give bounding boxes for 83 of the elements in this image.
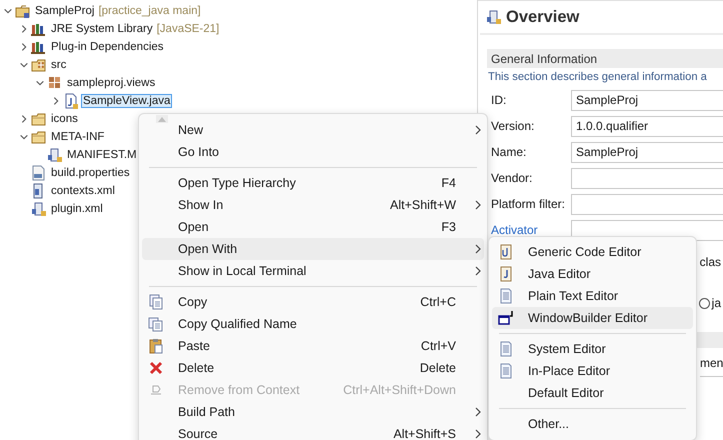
tree-item[interactable]: contexts.xml <box>49 184 117 198</box>
menu-item[interactable]: System Editor <box>492 338 693 360</box>
tree-item[interactable]: JRE System Library <box>49 22 155 36</box>
chevron-icon[interactable] <box>19 24 29 34</box>
library-icon <box>31 39 47 55</box>
menu-item[interactable]: Open Type Hierarchy F4 <box>142 172 484 194</box>
input-field[interactable] <box>571 168 723 188</box>
menu-item[interactable]: WindowBuilder Editor <box>492 307 693 329</box>
chevron-icon[interactable] <box>19 60 29 70</box>
java-file-icon <box>63 93 79 109</box>
menu-item[interactable]: Copy Ctrl+C <box>142 291 484 313</box>
window-icon <box>498 310 514 326</box>
field-label: Vendor: <box>490 171 534 185</box>
library-icon <box>31 21 47 37</box>
chevron-icon[interactable] <box>3 6 13 16</box>
input-field[interactable]: 1.0.0.qualifier <box>571 116 723 136</box>
code-file-icon <box>498 244 514 260</box>
menu-item[interactable]: Delete Delete <box>142 357 484 379</box>
chevron-icon[interactable] <box>51 96 61 106</box>
chevron-icon[interactable] <box>35 78 45 88</box>
menu-item[interactable]: Generic Code Editor <box>492 241 693 263</box>
plugin-file-icon <box>31 201 47 217</box>
menu-item[interactable]: Source Alt+Shift+S <box>142 423 484 440</box>
delete-icon <box>148 360 164 376</box>
field-label: Version: <box>490 119 536 133</box>
menu-item[interactable]: Open With <box>142 238 484 260</box>
menu-item[interactable]: Paste Ctrl+V <box>142 335 484 357</box>
menu-item[interactable]: Plain Text Editor <box>492 285 693 307</box>
chevron-icon[interactable] <box>19 42 29 52</box>
package-icon <box>47 75 63 91</box>
menu-item[interactable]: Copy Qualified Name <box>142 313 484 335</box>
input-field[interactable] <box>571 194 723 214</box>
tree-item[interactable]: build.properties <box>49 166 132 180</box>
radio-button[interactable] <box>698 298 710 308</box>
menu-item[interactable]: In-Place Editor <box>492 360 693 382</box>
text-file-icon <box>498 288 514 304</box>
tree-item-decoration: [practice_java main] <box>98 5 201 17</box>
copy-icon <box>148 316 164 332</box>
menu-item[interactable]: New <box>142 119 484 141</box>
tree-item[interactable]: icons <box>49 112 80 126</box>
menu-item[interactable]: Other... <box>492 413 693 435</box>
tree-item-decoration: [JavaSE-21] <box>156 23 220 35</box>
menu-item[interactable]: Java Editor <box>492 263 693 285</box>
menu-item[interactable]: Show in Local Terminal <box>142 260 484 282</box>
section-title: General Information <box>487 49 723 68</box>
section-description: This section describes general information a <box>487 70 708 85</box>
text-field[interactable]: men <box>700 353 723 377</box>
input-field[interactable]: SampleProj <box>571 142 723 162</box>
source-folder-icon <box>31 57 47 73</box>
menu-item[interactable]: Default Editor <box>492 382 693 404</box>
radio-label: ja <box>712 296 721 310</box>
menu-item[interactable]: Show In Alt+Shift+W <box>142 194 484 216</box>
tree-item[interactable]: sampleproj.views <box>65 76 158 90</box>
tree-item[interactable]: SampleView.java <box>81 94 172 108</box>
tree-item[interactable]: src <box>49 58 68 72</box>
folder-icon <box>31 129 47 145</box>
properties-file-icon <box>31 165 47 181</box>
tree-item[interactable]: plugin.xml <box>49 202 105 216</box>
input-field[interactable]: SampleProj <box>571 90 723 110</box>
java-file-icon <box>498 266 514 282</box>
paste-icon <box>148 338 164 354</box>
field-label: Platform filter: <box>490 197 566 211</box>
field-label: Name: <box>490 145 528 159</box>
folder-icon <box>31 111 47 127</box>
field-label: ID: <box>490 93 508 107</box>
tree-item[interactable]: META-INF <box>49 130 106 144</box>
text-file-icon <box>498 363 514 379</box>
copy-icon <box>148 294 164 310</box>
tree-item[interactable]: SampleProj <box>33 4 96 18</box>
overview-icon <box>486 9 502 25</box>
chevron-icon[interactable] <box>19 114 29 124</box>
tree-item[interactable]: MANIFEST.M <box>65 148 139 162</box>
menu-item[interactable]: Go Into <box>142 141 484 163</box>
editor-title: Overview <box>506 8 580 26</box>
menu-item[interactable]: Open F3 <box>142 216 484 238</box>
menu-item[interactable]: Build Path <box>142 401 484 423</box>
hint-text: clas <box>700 255 721 269</box>
tree-item[interactable]: Plug-in Dependencies <box>49 40 166 54</box>
text-file-icon <box>498 341 514 357</box>
activator-link[interactable]: Activator <box>487 223 571 237</box>
plugin-file-icon <box>47 147 63 163</box>
project-icon <box>15 3 31 19</box>
chevron-icon[interactable] <box>19 132 29 142</box>
